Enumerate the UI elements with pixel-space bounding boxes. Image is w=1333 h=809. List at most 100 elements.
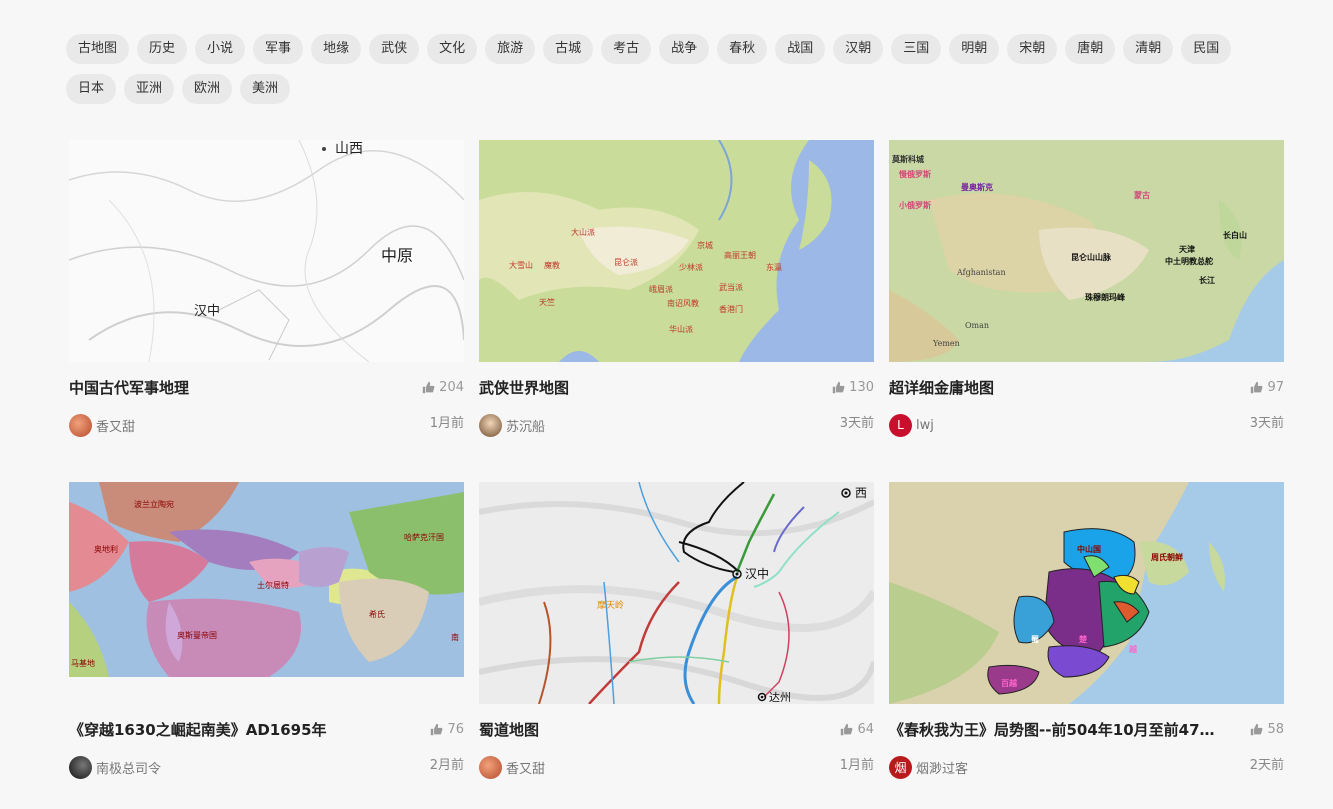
- like-count[interactable]: 64: [840, 722, 874, 737]
- map-label: 天津: [1179, 244, 1195, 254]
- map-label: 珠穆朗玛峰: [1085, 292, 1125, 302]
- card-title[interactable]: 《穿越1630之崛起南美》AD1695年: [69, 719, 327, 740]
- thumbs-up-icon: [1251, 723, 1263, 735]
- tag-three-kingdoms[interactable]: 三国: [891, 34, 942, 64]
- map-label: 达州: [769, 691, 791, 704]
- author[interactable]: 南极总司令: [69, 755, 161, 779]
- tag-qing[interactable]: 清朝: [1123, 34, 1174, 64]
- tag-han[interactable]: 汉朝: [833, 34, 884, 64]
- tag-ancient-map[interactable]: 古地图: [66, 34, 130, 64]
- tag-war[interactable]: 战争: [659, 34, 710, 64]
- map-card[interactable]: 中山国 周氏朝鲜 蜀 楚 越 百越 《春秋我为王》局势图--前504年10月至前…: [889, 482, 1284, 779]
- tag-wuxia[interactable]: 武侠: [369, 34, 420, 64]
- tag-spring-autumn[interactable]: 春秋: [717, 34, 768, 64]
- map-label: 小俄罗斯: [898, 200, 931, 210]
- like-count[interactable]: 76: [430, 722, 464, 737]
- tag-republic[interactable]: 民国: [1181, 34, 1232, 64]
- map-card[interactable]: 波兰立陶宛 奥地利 土尔扈特 哈萨克汗国 奥斯曼帝国 希氏 马基地 南 《穿越1…: [69, 482, 464, 779]
- avatar[interactable]: 烟: [889, 755, 912, 779]
- avatar[interactable]: [479, 755, 502, 779]
- map-label: 慢俄罗斯: [899, 169, 931, 179]
- author[interactable]: L lwj: [889, 413, 934, 437]
- map-label: 中山国: [1077, 544, 1101, 554]
- map-thumbnail[interactable]: 波兰立陶宛 奥地利 土尔扈特 哈萨克汗国 奥斯曼帝国 希氏 马基地 南: [69, 482, 464, 704]
- like-count[interactable]: 204: [422, 380, 464, 395]
- map-card[interactable]: 大山派 昆仑派 京城 高丽王朝 东瀛 少林派 武当派 峨眉派 南诏风教 香港门 …: [479, 140, 874, 437]
- avatar[interactable]: L: [889, 413, 912, 437]
- tag-ming[interactable]: 明朝: [949, 34, 1000, 64]
- avatar[interactable]: [69, 755, 92, 779]
- author[interactable]: 香又甜: [479, 755, 545, 779]
- tag-archaeology[interactable]: 考古: [601, 34, 652, 64]
- tag-ancient-city[interactable]: 古城: [543, 34, 594, 64]
- map-thumbnail[interactable]: 西 汉中 摩天岭 达州: [479, 482, 874, 704]
- avatar[interactable]: [69, 413, 92, 437]
- author-name[interactable]: 香又甜: [506, 758, 545, 777]
- map-label: 高丽王朝: [724, 250, 756, 260]
- author[interactable]: 苏沉船: [479, 413, 545, 437]
- map-label: 昆仑山山脉: [1071, 252, 1112, 262]
- map-thumbnail[interactable]: 大山派 昆仑派 京城 高丽王朝 东瀛 少林派 武当派 峨眉派 南诏风教 香港门 …: [479, 140, 874, 362]
- author-name[interactable]: 苏沉船: [506, 416, 545, 435]
- like-count[interactable]: 97: [1250, 380, 1284, 395]
- tag-tang[interactable]: 唐朝: [1065, 34, 1116, 64]
- tag-song[interactable]: 宋朝: [1007, 34, 1058, 64]
- map-thumbnail[interactable]: 山西 中原 汉中: [69, 140, 464, 362]
- tag-geopolitics[interactable]: 地缘: [311, 34, 362, 64]
- map-label: 蜀: [1031, 634, 1039, 644]
- like-count[interactable]: 58: [1250, 722, 1284, 737]
- tag-history[interactable]: 历史: [137, 34, 188, 64]
- tag-warring-states[interactable]: 战国: [775, 34, 826, 64]
- map-label: 大山派: [571, 227, 595, 237]
- card-title[interactable]: 超详细金庸地图: [889, 377, 994, 398]
- author-name[interactable]: 南极总司令: [96, 758, 161, 777]
- map-label: 少林派: [679, 262, 703, 272]
- tag-america[interactable]: 美洲: [240, 74, 291, 104]
- author-name[interactable]: lwj: [916, 418, 934, 433]
- thumbs-up-icon: [422, 381, 435, 393]
- map-label: 东瀛: [766, 262, 782, 272]
- tag-japan[interactable]: 日本: [66, 74, 117, 104]
- like-count-value: 97: [1267, 379, 1284, 395]
- like-count-value: 76: [447, 721, 464, 737]
- map-thumbnail[interactable]: 莫斯科城 慢俄罗斯 曼奥斯克 小俄罗斯 蒙古 长白山 天津 昆仑山山脉 中土明教…: [889, 140, 1284, 362]
- author-name[interactable]: 烟渺过客: [916, 758, 968, 777]
- timestamp: 3天前: [1249, 415, 1284, 431]
- author-name[interactable]: 香又甜: [96, 416, 135, 435]
- map-card[interactable]: 西 汉中 摩天岭 达州 蜀道地图 64 香又甜 1月前: [479, 482, 874, 779]
- map-label: 长白山: [1223, 230, 1247, 240]
- map-label: 汉中: [194, 304, 220, 319]
- tag-europe[interactable]: 欧洲: [182, 74, 233, 104]
- author[interactable]: 烟 烟渺过客: [889, 755, 968, 779]
- map-label: 长江: [1199, 275, 1215, 285]
- tag-novel[interactable]: 小说: [195, 34, 246, 64]
- map-label: 波兰立陶宛: [134, 499, 174, 509]
- timestamp: 3天前: [839, 415, 874, 431]
- like-count[interactable]: 130: [832, 380, 874, 395]
- card-title[interactable]: 蜀道地图: [479, 719, 539, 740]
- card-title[interactable]: 武侠世界地图: [479, 377, 569, 398]
- map-label: 周氏朝鲜: [1151, 552, 1183, 562]
- tag-culture[interactable]: 文化: [427, 34, 478, 64]
- like-count-value: 204: [439, 379, 464, 395]
- card-title[interactable]: 中国古代军事地理: [69, 377, 189, 398]
- tag-asia[interactable]: 亚洲: [124, 74, 175, 104]
- map-label: 西: [855, 486, 867, 500]
- map-card[interactable]: 山西 中原 汉中 中国古代军事地理 204 香又甜 1月前: [69, 140, 464, 437]
- map-label: 蒙古: [1134, 190, 1150, 200]
- map-label: 哈萨克汗国: [404, 532, 444, 542]
- tag-military[interactable]: 军事: [253, 34, 304, 64]
- thumbs-up-icon: [832, 381, 845, 393]
- tag-travel[interactable]: 旅游: [485, 34, 536, 64]
- map-card[interactable]: 莫斯科城 慢俄罗斯 曼奥斯克 小俄罗斯 蒙古 长白山 天津 昆仑山山脉 中土明教…: [889, 140, 1284, 437]
- like-count-value: 130: [849, 379, 874, 395]
- map-label: 楚: [1078, 634, 1088, 644]
- author[interactable]: 香又甜: [69, 413, 135, 437]
- map-label: 中原: [381, 246, 413, 265]
- map-thumbnail[interactable]: 中山国 周氏朝鲜 蜀 楚 越 百越: [889, 482, 1284, 704]
- avatar[interactable]: [479, 413, 502, 437]
- like-count-value: 58: [1267, 721, 1284, 737]
- map-label: 武当派: [719, 282, 743, 292]
- map-label: 摩天岭: [597, 599, 624, 611]
- card-title[interactable]: 《春秋我为王》局势图--前504年10月至前475年...: [889, 719, 1219, 740]
